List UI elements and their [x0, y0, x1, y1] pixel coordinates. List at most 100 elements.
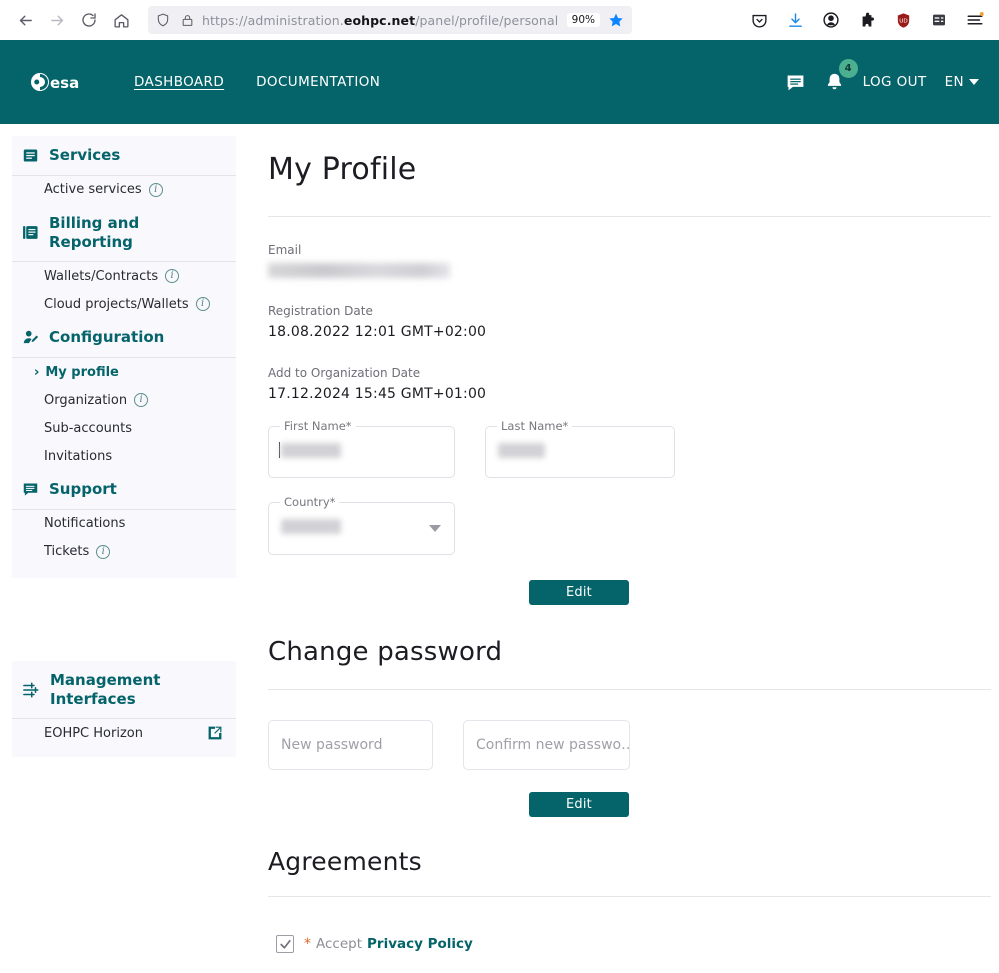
account-icon[interactable] [817, 6, 845, 34]
external-link-icon[interactable] [208, 726, 222, 740]
country-label: Country* [280, 495, 340, 509]
sliders-icon [22, 681, 40, 699]
privacy-policy-checkbox[interactable] [276, 935, 294, 953]
downloads-icon[interactable] [781, 6, 809, 34]
password-edit-button[interactable]: Edit [529, 792, 629, 817]
reload-icon[interactable] [74, 5, 104, 35]
sidebar: Services Active services i Billing and R… [0, 124, 248, 973]
sidebar-item-sub-accounts[interactable]: Sub-accounts [12, 414, 236, 442]
sidebar-item-label: EOHPC Horizon [44, 725, 143, 741]
sidebar-item-label: Invitations [44, 448, 113, 464]
sidebar-section-services: Services [12, 136, 236, 176]
shield-icon [154, 11, 172, 29]
header-actions: 4 LOG OUT EN [785, 59, 979, 93]
profile-edit-button[interactable]: Edit [529, 580, 629, 605]
sidebar-section-title: Management Interfaces [50, 670, 161, 708]
address-bar[interactable]: https://administration.eohpc.net/panel/p… [148, 6, 632, 34]
padlock-icon [178, 11, 196, 29]
ublock-origin-icon[interactable]: UD [889, 6, 917, 34]
sidebar-item-my-profile[interactable]: › My profile [12, 358, 236, 386]
email-value-redacted [268, 263, 450, 278]
info-icon[interactable]: i [134, 393, 149, 407]
zoom-level-badge[interactable]: 90% [566, 12, 600, 28]
profile-edit-row: Edit [268, 580, 991, 605]
forward-arrow-icon[interactable] [42, 5, 72, 35]
svg-text:UD: UD [899, 18, 908, 24]
last-name-field[interactable]: Last Name* [485, 419, 675, 478]
nav-dashboard[interactable]: DASHBOARD [130, 70, 228, 94]
new-password-input[interactable]: New password [268, 720, 433, 770]
chat-bubble-icon[interactable] [785, 72, 806, 93]
name-fields-row: First Name* Last Name* [268, 419, 999, 478]
agreement-text: * Accept Privacy Policy [304, 936, 473, 952]
sidebar-section-title: Services [49, 146, 121, 164]
change-password-divider [268, 689, 991, 690]
sidebar-section-configuration: Configuration [12, 318, 236, 358]
notification-count-badge: 4 [838, 59, 858, 78]
sidebar-item-tickets[interactable]: Tickets i [12, 538, 236, 566]
country-field-row: Country* [268, 495, 999, 555]
chat-bubble-icon [22, 481, 39, 498]
sidebar-section-billing: Billing and Reporting [12, 204, 236, 263]
esa-logo[interactable]: esa [30, 69, 88, 95]
sidebar-section-title: Configuration [49, 328, 165, 347]
confirm-password-input[interactable]: Confirm new passwo… [463, 720, 630, 770]
chevron-right-icon: › [34, 364, 40, 380]
country-select[interactable]: Country* [268, 495, 455, 555]
detail-email: Email [268, 243, 999, 278]
sidebar-item-invitations[interactable]: Invitations [12, 442, 236, 470]
agreement-row-privacy-policy: * Accept Privacy Policy [268, 935, 999, 953]
home-icon[interactable] [106, 5, 136, 35]
last-name-value-redacted [498, 443, 545, 458]
title-divider [268, 216, 991, 217]
country-value-redacted [281, 519, 341, 534]
back-arrow-icon[interactable] [10, 5, 40, 35]
star-icon[interactable] [606, 10, 626, 30]
first-name-label: First Name* [280, 419, 356, 433]
sidebar-item-wallets-contracts[interactable]: Wallets/Contracts i [12, 262, 236, 290]
url-text: https://administration.eohpc.net/panel/p… [202, 12, 559, 28]
detail-label: Add to Organization Date [268, 366, 421, 380]
sidebar-item-cloud-projects-wallets[interactable]: Cloud projects/Wallets i [12, 290, 236, 318]
privacy-policy-link[interactable]: Privacy Policy [367, 936, 473, 952]
text-caret [279, 442, 280, 458]
change-password-title: Change password [268, 637, 503, 667]
page-body: Services Active services i Billing and R… [0, 124, 999, 973]
sidebar-item-organization[interactable]: Organization i [12, 386, 236, 414]
language-label: EN [944, 74, 964, 90]
logout-button[interactable]: LOG OUT [863, 74, 927, 90]
detail-label: Registration Date [268, 304, 373, 318]
sidebar-section-management-interfaces: Management Interfaces [12, 661, 236, 720]
agreements-divider [268, 896, 991, 897]
container-tabs-icon[interactable] [925, 6, 953, 34]
detail-label: Email [268, 243, 302, 257]
chevron-down-icon[interactable] [429, 525, 441, 532]
sidebar-panel-main: Services Active services i Billing and R… [12, 136, 236, 578]
sidebar-item-label: Notifications [44, 516, 126, 532]
sidebar-item-eohpc-horizon[interactable]: EOHPC Horizon [12, 719, 236, 747]
sidebar-item-active-services[interactable]: Active services i [12, 176, 236, 204]
nav-documentation[interactable]: DOCUMENTATION [252, 70, 384, 94]
last-name-label: Last Name* [497, 419, 573, 433]
app-menu-icon[interactable] [961, 6, 989, 34]
main-content: My Profile Email Registration Date 18.08… [248, 124, 999, 973]
sidebar-section-title: Support [49, 480, 117, 498]
extension-puzzle-icon[interactable] [853, 6, 881, 34]
bell-icon[interactable]: 4 [824, 59, 858, 93]
sidebar-panel-management: Management Interfaces EOHPC Horizon [12, 660, 236, 758]
info-icon[interactable]: i [165, 269, 180, 284]
password-edit-row: Edit [268, 792, 991, 817]
sidebar-item-label: Active services [44, 182, 142, 198]
info-icon[interactable]: i [96, 544, 111, 559]
info-icon[interactable]: i [148, 182, 163, 197]
sidebar-item-label: Cloud projects/Wallets [44, 296, 189, 312]
sidebar-section-title: Billing and Reporting [49, 213, 140, 251]
pocket-icon[interactable] [745, 6, 773, 34]
info-icon[interactable]: i [195, 297, 210, 312]
language-selector[interactable]: EN [945, 74, 979, 90]
detail-add-to-organization-date: Add to Organization Date 17.12.2024 15:4… [268, 366, 999, 402]
detail-value: 17.12.2024 15:45 GMT+01:00 [268, 386, 487, 402]
first-name-field[interactable]: First Name* [268, 419, 455, 478]
detail-registration-date: Registration Date 18.08.2022 12:01 GMT+0… [268, 304, 999, 340]
sidebar-item-notifications[interactable]: Notifications [12, 510, 236, 538]
